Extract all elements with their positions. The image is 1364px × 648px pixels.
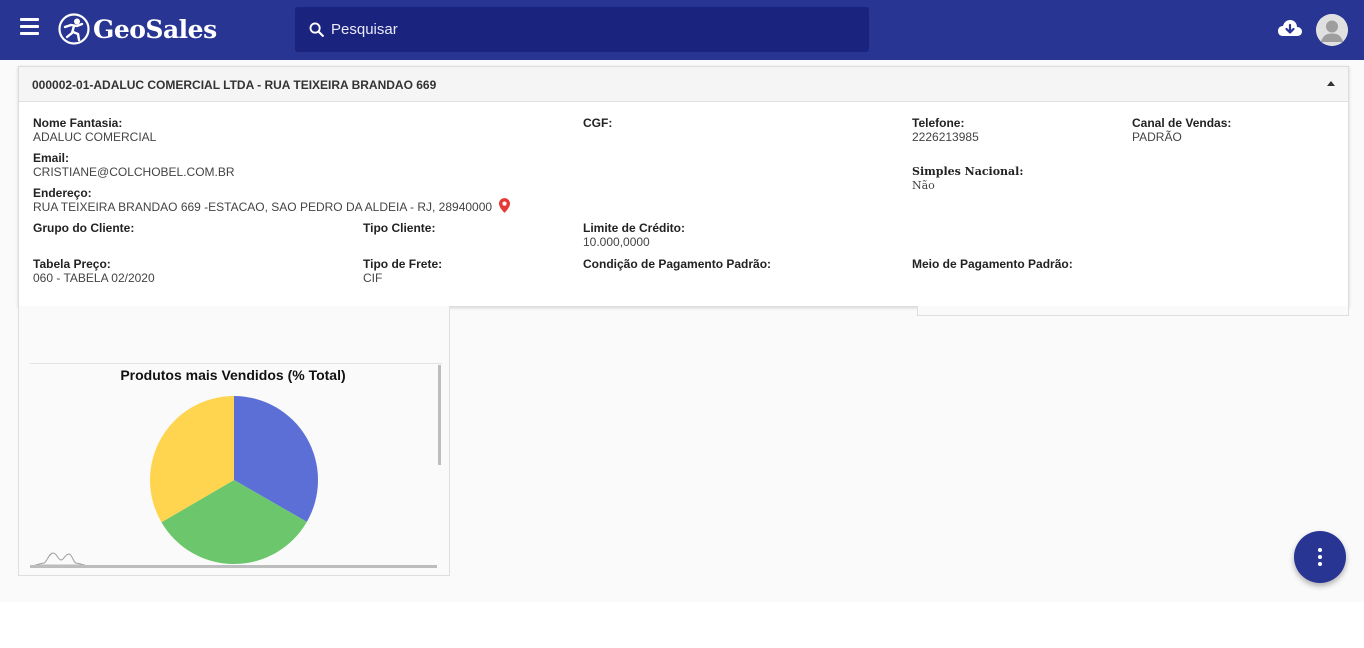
field-tipo-cliente: Tipo Cliente: xyxy=(363,221,435,235)
field-value: PADRÃO xyxy=(1132,130,1182,144)
more-options-button[interactable] xyxy=(1294,531,1346,583)
field-value: 060 - TABELA 02/2020 xyxy=(33,271,155,285)
app-logo[interactable]: GeoSales xyxy=(58,13,217,45)
vertical-scrollbar[interactable] xyxy=(438,365,441,465)
field-label: Meio de Pagamento Padrão: xyxy=(912,257,1073,271)
field-email: Email: CRISTIANE@COLCHOBEL.COM.BR xyxy=(33,151,235,179)
field-label: Email: xyxy=(33,151,70,165)
field-label: Simples Nacional: xyxy=(912,165,1024,178)
chart-panel: Produtos mais Vendidos (% Total) xyxy=(18,306,450,576)
address-text: RUA TEIXEIRA BRANDAO 669 -ESTACAO, SAO P… xyxy=(33,200,493,214)
field-nome-fantasia: Nome Fantasia: ADALUC COMERCIAL xyxy=(33,116,156,144)
menu-icon-bar xyxy=(20,32,39,35)
field-cgf: CGF: xyxy=(583,116,612,130)
field-value: Não xyxy=(912,179,935,192)
field-endereco: Endereço: RUA TEIXEIRA BRANDAO 669 -ESTA… xyxy=(33,186,511,214)
cloud-download-button[interactable] xyxy=(1277,18,1303,45)
user-icon xyxy=(1316,14,1348,46)
horizontal-scrollbar[interactable] xyxy=(30,565,437,568)
chevron-up-icon[interactable] xyxy=(1327,81,1335,86)
search-bar xyxy=(295,7,869,52)
cloud-download-icon xyxy=(1278,20,1302,36)
more-vert-icon-dot xyxy=(1318,562,1322,566)
search-icon xyxy=(309,22,324,37)
field-label: Endereço: xyxy=(33,186,92,200)
field-label: Grupo do Cliente: xyxy=(33,221,135,235)
field-label: Tipo Cliente: xyxy=(363,221,436,235)
more-vert-icon-dot xyxy=(1318,548,1322,552)
top-app-bar: GeoSales xyxy=(0,0,1364,60)
field-grupo-cliente: Grupo do Cliente: xyxy=(33,221,134,235)
field-label: CGF: xyxy=(583,116,613,130)
field-simples-nacional: Simples Nacional: Não xyxy=(912,165,1023,193)
field-label: Tabela Preço: xyxy=(33,257,111,271)
right-panel xyxy=(917,306,1349,316)
field-label: Limite de Crédito: xyxy=(583,221,686,235)
field-canal-vendas: Canal de Vendas: PADRÃO xyxy=(1132,116,1231,144)
chart-container: Produtos mais Vendidos (% Total) xyxy=(30,363,442,569)
field-meio-pagamento: Meio de Pagamento Padrão: xyxy=(912,257,1073,271)
user-avatar[interactable] xyxy=(1316,14,1348,46)
field-label: Condição de Pagamento Padrão: xyxy=(583,257,772,271)
field-tabela-preco: Tabela Preço: 060 - TABELA 02/2020 xyxy=(33,257,155,285)
field-value: 10.000,0000 xyxy=(583,235,650,249)
chart-sparkline-icon xyxy=(34,552,86,566)
menu-icon-bar xyxy=(20,18,39,21)
field-value: ADALUC COMERCIAL xyxy=(33,130,157,144)
map-pin-icon[interactable] xyxy=(499,198,511,213)
field-telefone: Telefone: 2226213985 xyxy=(912,116,979,144)
field-label: Canal de Vendas: xyxy=(1132,116,1232,130)
menu-button[interactable] xyxy=(20,18,42,40)
field-value: CRISTIANE@COLCHOBEL.COM.BR xyxy=(33,165,235,179)
menu-icon-bar xyxy=(20,25,39,28)
app-name: GeoSales xyxy=(93,14,217,44)
pie-chart xyxy=(150,396,318,564)
field-value: 2226213985 xyxy=(912,130,979,144)
more-vert-icon-dot xyxy=(1318,555,1322,559)
field-condicao-pagamento: Condição de Pagamento Padrão: xyxy=(583,257,771,271)
app-root: GeoSales 000002-01-ADALUC COMERC xyxy=(0,0,1364,602)
field-limite-credito: Limite de Crédito: 10.000,0000 xyxy=(583,221,685,249)
client-details-card: 000002-01-ADALUC COMERCIAL LTDA - RUA TE… xyxy=(18,66,1349,307)
search-input[interactable] xyxy=(331,21,831,38)
field-label: Nome Fantasia: xyxy=(33,116,123,130)
field-value: CIF xyxy=(363,271,383,285)
field-label: Telefone: xyxy=(912,116,965,130)
client-title: 000002-01-ADALUC COMERCIAL LTDA - RUA TE… xyxy=(32,78,437,92)
client-card-header[interactable]: 000002-01-ADALUC COMERCIAL LTDA - RUA TE… xyxy=(19,67,1348,102)
field-value-row: RUA TEIXEIRA BRANDAO 669 -ESTACAO, SAO P… xyxy=(33,198,511,214)
geosales-logo-icon xyxy=(58,13,90,45)
field-label: Tipo de Frete: xyxy=(363,257,443,271)
field-tipo-frete: Tipo de Frete: CIF xyxy=(363,257,442,285)
